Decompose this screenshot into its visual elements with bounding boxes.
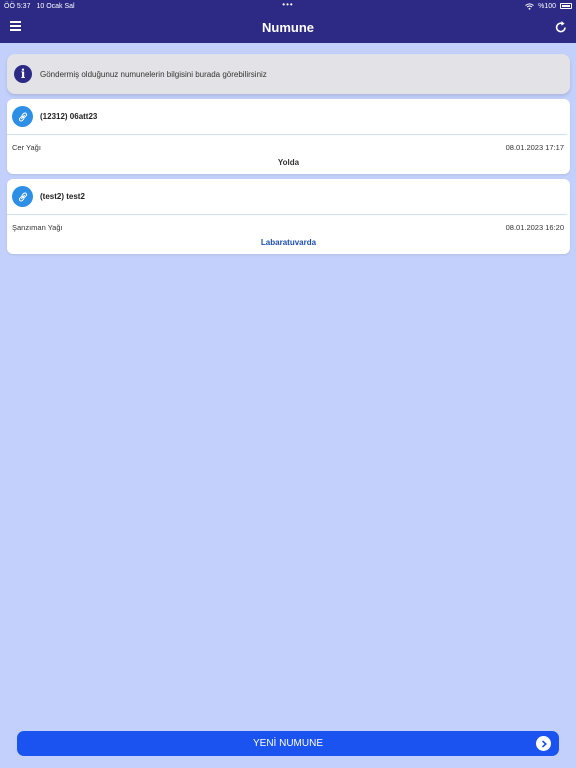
refresh-button[interactable] xyxy=(555,20,567,34)
refresh-icon xyxy=(555,21,566,33)
hamburger-icon-line xyxy=(10,21,21,23)
sample-card[interactable]: (test2) test2 Şanzıman Yağı 08.01.2023 1… xyxy=(7,179,570,254)
sample-date: 08.01.2023 17:17 xyxy=(505,143,564,152)
header-bar: Numune xyxy=(0,12,576,43)
card-details: Cer Yağı 08.01.2023 17:17 xyxy=(7,135,570,152)
card-header: (12312) 06att23 xyxy=(7,99,567,135)
sample-date: 08.01.2023 16:20 xyxy=(505,223,564,232)
info-text: Göndermiş olduğunuz numunelerin bilgisin… xyxy=(40,69,267,79)
battery-percent: %100 xyxy=(538,2,556,10)
sample-title: (12312) 06att23 xyxy=(40,112,98,121)
new-sample-button[interactable]: YENİ NUMUNE xyxy=(17,731,559,756)
sample-card[interactable]: (12312) 06att23 Cer Yağı 08.01.2023 17:1… xyxy=(7,99,570,174)
sample-title: (test2) test2 xyxy=(40,192,85,201)
link-icon xyxy=(12,106,33,127)
page-title: Numune xyxy=(262,20,314,35)
status-time: ÖÖ 5:37 xyxy=(4,2,31,10)
wifi-icon xyxy=(525,2,534,10)
sample-status: Yolda xyxy=(277,158,300,167)
info-icon: i xyxy=(14,65,32,83)
battery-icon xyxy=(560,3,572,9)
status-bar: ÖÖ 5:37 10 Ocak Sal ••• %100 xyxy=(0,0,576,12)
sample-type: Şanzıman Yağı xyxy=(12,223,63,232)
new-sample-label: YENİ NUMUNE xyxy=(252,738,323,749)
sample-status: Labaratuvarda xyxy=(260,238,317,247)
sample-type: Cer Yağı xyxy=(12,143,41,152)
chevron-right-icon xyxy=(536,736,551,751)
card-details: Şanzıman Yağı 08.01.2023 16:20 xyxy=(7,215,570,232)
menu-button[interactable] xyxy=(10,21,22,33)
card-header: (test2) test2 xyxy=(7,179,567,215)
multitasking-dots[interactable]: ••• xyxy=(282,1,293,9)
status-date: 10 Ocak Sal xyxy=(36,2,75,10)
hamburger-icon-line xyxy=(10,24,21,27)
info-banner: i Göndermiş olduğunuz numunelerin bilgis… xyxy=(7,54,570,94)
link-icon xyxy=(12,186,33,207)
hamburger-icon-line xyxy=(10,28,21,31)
